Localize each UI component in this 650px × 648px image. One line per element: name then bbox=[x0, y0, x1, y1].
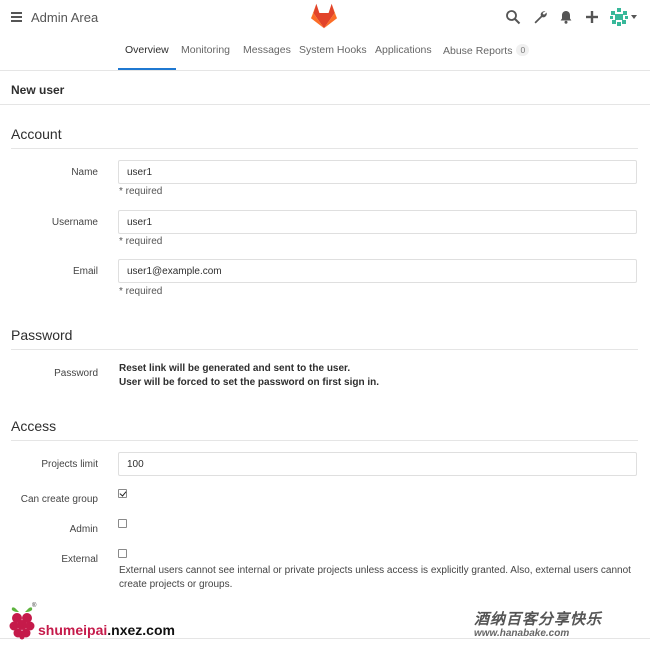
wrench-icon[interactable] bbox=[532, 9, 548, 25]
projects-limit-label: Projects limit bbox=[41, 459, 98, 470]
bell-icon[interactable] bbox=[558, 9, 574, 25]
watermark-left-suffix: .nxez.com bbox=[107, 622, 175, 638]
tab-messages[interactable]: Messages bbox=[243, 44, 291, 70]
top-header: Admin Area bbox=[0, 0, 650, 36]
app-title[interactable]: Admin Area bbox=[31, 10, 98, 25]
registered-mark: ® bbox=[32, 603, 37, 609]
username-field[interactable] bbox=[118, 210, 637, 234]
section-access-heading: Access bbox=[11, 418, 638, 441]
watermark-right-url: www.hanabake.com bbox=[474, 628, 570, 639]
page-title: New user bbox=[11, 83, 65, 97]
external-help-text: External users cannot see internal or pr… bbox=[119, 565, 631, 590]
password-reset-note: Reset link will be generated and sent to… bbox=[119, 363, 351, 374]
email-label: Email bbox=[72, 266, 98, 277]
abuse-reports-count-badge: 0 bbox=[516, 44, 530, 56]
external-label: External bbox=[61, 554, 98, 565]
tab-monitoring[interactable]: Monitoring bbox=[181, 44, 230, 70]
admin-checkbox[interactable] bbox=[118, 519, 127, 528]
plus-icon[interactable] bbox=[584, 9, 600, 25]
username-required-hint: * required bbox=[119, 236, 163, 247]
tab-applications[interactable]: Applications bbox=[375, 44, 432, 70]
raspberry-logo bbox=[9, 607, 35, 640]
name-label: Name bbox=[71, 167, 98, 178]
watermark-left-prefix: shumeipai bbox=[38, 622, 108, 638]
password-first-signin-note: User will be forced to set the password … bbox=[119, 377, 380, 388]
tab-system-hooks[interactable]: System Hooks bbox=[299, 44, 367, 70]
email-field[interactable] bbox=[118, 259, 637, 283]
divider bbox=[0, 104, 650, 105]
username-label: Username bbox=[51, 217, 98, 228]
watermark-left: shumeipai.nxez.com bbox=[38, 622, 175, 638]
password-label: Password bbox=[54, 368, 98, 379]
name-field[interactable] bbox=[118, 160, 637, 184]
chevron-down-icon[interactable] bbox=[631, 15, 637, 19]
can-create-group-checkbox[interactable] bbox=[118, 489, 127, 498]
gitlab-logo[interactable] bbox=[310, 3, 338, 29]
admin-label: Admin bbox=[69, 524, 98, 535]
watermark-right: 酒纳百客分享快乐 bbox=[474, 611, 603, 628]
name-required-hint: * required bbox=[119, 186, 163, 197]
section-account-heading: Account bbox=[11, 126, 638, 149]
tab-abuse-reports[interactable]: Abuse Reports 0 bbox=[443, 44, 530, 70]
admin-nav: Overview Monitoring Messages System Hook… bbox=[0, 36, 650, 71]
can-create-group-label: Can create group bbox=[20, 494, 98, 505]
tab-abuse-reports-label: Abuse Reports bbox=[443, 45, 513, 57]
email-required-hint: * required bbox=[119, 286, 163, 297]
projects-limit-field[interactable] bbox=[118, 452, 637, 476]
tab-overview[interactable]: Overview bbox=[118, 44, 176, 70]
hamburger-icon[interactable] bbox=[11, 12, 22, 22]
avatar[interactable] bbox=[609, 7, 629, 27]
search-icon[interactable] bbox=[505, 9, 521, 25]
external-checkbox[interactable] bbox=[118, 549, 127, 558]
section-password-heading: Password bbox=[11, 327, 638, 350]
